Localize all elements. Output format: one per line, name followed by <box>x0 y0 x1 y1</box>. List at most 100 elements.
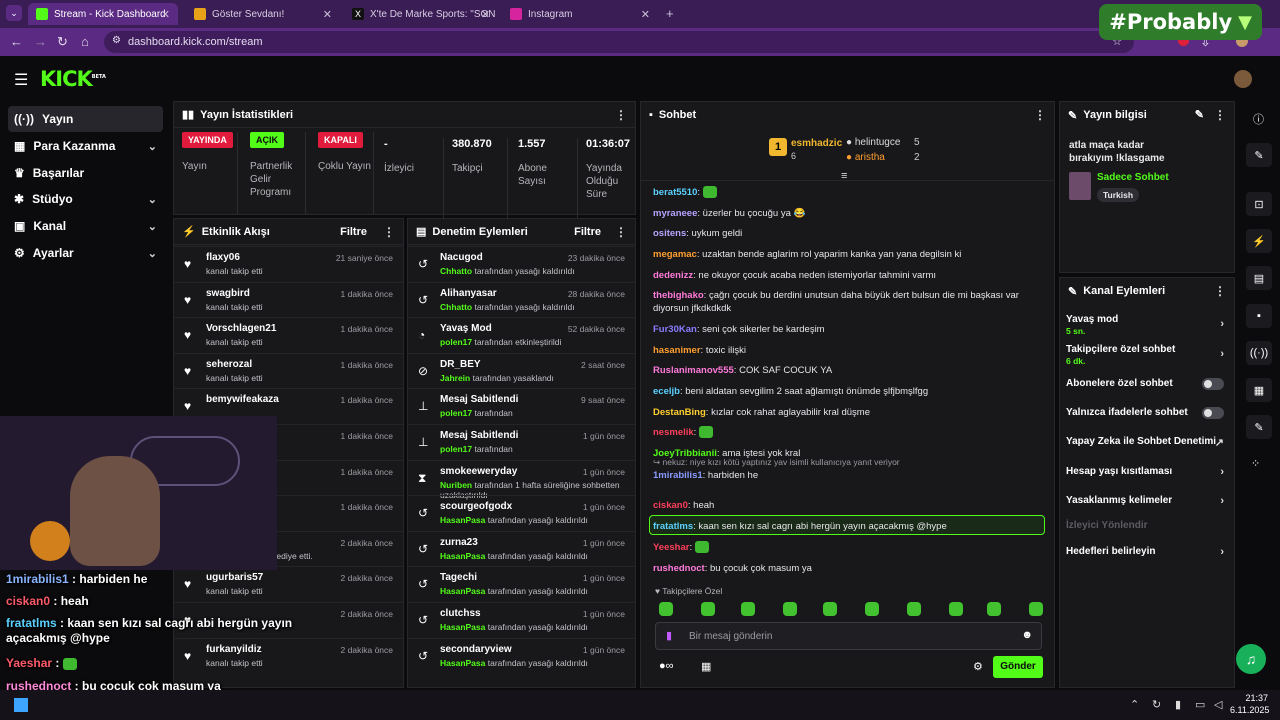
moderation-target[interactable]: Mesaj Sabitlendi <box>440 394 518 405</box>
moderator-name[interactable]: Jahrein <box>440 373 470 383</box>
chat-username[interactable]: myraneee <box>653 208 697 219</box>
moderator-name[interactable]: polen17 <box>440 444 472 454</box>
more-options-icon[interactable]: ⋮ <box>615 225 627 239</box>
chat-username[interactable]: fratatlms <box>653 521 693 532</box>
moderator-name[interactable]: Chhatto <box>440 302 472 312</box>
channel-action-item[interactable]: Hesap yaşı kısıtlaması › <box>1066 466 1230 478</box>
filter-button[interactable]: Filtre <box>340 226 367 238</box>
network-icon[interactable]: ▭ <box>1195 698 1205 711</box>
back-icon[interactable]: ← <box>10 34 23 49</box>
chat-username[interactable]: hasanimer <box>653 345 701 356</box>
channel-action-item[interactable]: Yalnızca ifadelerle sohbet <box>1066 407 1230 419</box>
moderation-row[interactable]: ↺ scourgeofgodx HasanPasa tarafından yasağ… <box>408 495 635 530</box>
tray-chevron-icon[interactable]: ⌃ <box>1130 698 1139 711</box>
activity-row[interactable]: ♥ swagbird kanalı takip etti 1 dakika önce <box>174 281 403 317</box>
moderation-row[interactable]: ⧗ smokeeweryday Nuriben tarafından 1 hafta… <box>408 459 635 500</box>
moderation-row[interactable]: ◔ Yavaş Mod polen17 tarafından etkinleştir… <box>408 317 635 352</box>
windows-start-icon[interactable] <box>14 698 28 712</box>
more-options-icon[interactable]: ⋮ <box>615 108 627 122</box>
channel-action-item[interactable]: Hedefleri belirleyin › <box>1066 546 1230 558</box>
moderation-row[interactable]: ⊥ Mesaj Sabitlendi polen17 tarafından 1 gün… <box>408 424 635 459</box>
chat-username[interactable]: megamac <box>653 249 697 260</box>
emoji-picker-icon[interactable]: ☻ <box>1021 629 1033 641</box>
edit-pencil-icon[interactable]: ✎ <box>1195 108 1204 121</box>
more-options-icon[interactable]: ⋮ <box>383 225 395 239</box>
chat-message-input[interactable]: ▮ Bir mesaj gönderin ☻ <box>655 622 1042 650</box>
sidebar-item-basarilar[interactable]: ♛ Başarılar <box>8 160 163 186</box>
emote-icon[interactable] <box>701 602 715 616</box>
emote-icon[interactable] <box>987 602 1001 616</box>
moderation-target[interactable]: DR_BEY <box>440 359 481 370</box>
chat-message[interactable]: nesmelik: <box>653 426 1041 439</box>
microphone-icon[interactable]: ▮ <box>666 629 672 642</box>
info-icon[interactable]: ⓘ <box>1253 111 1264 127</box>
url-input[interactable]: ⚙ dashboard.kick.com/stream ☆ <box>104 31 1134 53</box>
moderation-target[interactable]: Nacugod <box>440 252 483 263</box>
chat-username[interactable]: ositens <box>653 228 686 239</box>
activity-username[interactable]: bemywifeakaza <box>206 394 279 405</box>
chat-message[interactable]: eceljb: beni aldatan sevgilim 2 saat ağl… <box>653 385 1041 398</box>
chat-username[interactable]: berat5510 <box>653 187 697 198</box>
activity-username[interactable]: Vorschlagen21 <box>206 323 276 334</box>
chat-message[interactable]: berat5510: <box>653 186 1041 199</box>
emote-icon[interactable] <box>865 602 879 616</box>
emote-icon[interactable] <box>907 602 921 616</box>
toggle-switch[interactable] <box>1202 378 1224 390</box>
activity-username[interactable]: swagbird <box>206 288 250 299</box>
chat-message[interactable]: Yeeshar: <box>653 541 1041 554</box>
moderation-row[interactable]: ⊥ Mesaj Sabitlendi polen17 tarafından 9 saa… <box>408 388 635 423</box>
category-link[interactable]: Sadece Sohbet <box>1097 172 1169 183</box>
close-icon[interactable]: ✕ <box>641 8 650 21</box>
support-headset-icon[interactable]: ♫ <box>1236 644 1266 674</box>
chat-settings-gear-icon[interactable]: ⚙ <box>973 660 983 673</box>
chat-message[interactable]: thebighako: çağrı çocuk bu derdini unuts… <box>653 289 1041 315</box>
browser-tab-3[interactable]: X X'te De Marke Sports: "SON DA ✕ <box>344 3 498 25</box>
gift-shop-icon[interactable]: ▦ <box>701 660 711 673</box>
moderator-name[interactable]: polen17 <box>440 408 472 418</box>
chat-bubble-icon[interactable]: ▪ <box>1246 304 1272 328</box>
chat-message[interactable]: 1mirabilis1: harbiden he <box>653 469 1041 482</box>
sidebar-item-para-kazanma[interactable]: ▦ Para Kazanma ⌄ <box>8 133 163 159</box>
broadcast-icon[interactable]: ((·)) <box>1246 341 1272 365</box>
chat-username[interactable]: Ruslanimanov555 <box>653 365 734 376</box>
moderation-target[interactable]: smokeeweryday <box>440 466 517 477</box>
more-options-icon[interactable]: ⋮ <box>1214 284 1226 298</box>
list-icon[interactable]: ▤ <box>1246 266 1272 290</box>
chat-username[interactable]: dedenizz <box>653 270 693 281</box>
close-icon[interactable]: ✕ <box>161 8 170 21</box>
moderation-target[interactable]: zurna23 <box>440 537 478 548</box>
moderator-name[interactable]: HasanPasa <box>440 622 485 632</box>
emote-icon[interactable] <box>659 602 673 616</box>
user-avatar[interactable] <box>1234 70 1252 88</box>
moderator-name[interactable]: HasanPasa <box>440 551 485 561</box>
moderator-name[interactable]: HasanPasa <box>440 515 485 525</box>
sidebar-item-kanal[interactable]: ▣ Kanal ⌄ <box>8 213 163 239</box>
tab-search-icon[interactable]: ⌄ <box>6 5 22 21</box>
sidebar-item-ayarlar[interactable]: ⚙ Ayarlar ⌄ <box>8 240 163 266</box>
activity-row[interactable]: ♥ Vorschlagen21 kanalı takip etti 1 dakika … <box>174 317 403 352</box>
close-icon[interactable]: ✕ <box>481 8 490 21</box>
channel-action-item[interactable]: Abonelere özel sohbet <box>1066 378 1230 390</box>
chat-message[interactable]: rushednoct: bu çocuk çok masum ya <box>653 562 1041 575</box>
screen-capture-icon[interactable]: ⊡ <box>1246 192 1272 216</box>
channel-action-item[interactable]: Yasaklanmış kelimeler › <box>1066 495 1230 507</box>
chat-message[interactable]: myraneee: üzerler bu çocuğu ya 😂 <box>653 207 1041 220</box>
moderator-name[interactable]: HasanPasa <box>440 586 485 596</box>
mic-tray-icon[interactable]: ▮ <box>1175 698 1181 711</box>
chat-username[interactable]: Yeeshar <box>653 542 689 553</box>
apps-icon[interactable]: ⁘ <box>1251 457 1260 470</box>
chat-username[interactable]: DestanBing <box>653 407 706 418</box>
chat-username[interactable]: thebighako <box>653 290 704 301</box>
channel-action-item[interactable]: Takipçilere özel sohbet 6 dk. › <box>1066 344 1230 366</box>
chat-message[interactable]: hasanimer: toxic ilişki <box>653 344 1041 357</box>
chat-message[interactable]: DestanBing: kızlar cok rahat aglayabilir… <box>653 406 1041 419</box>
chat-message[interactable]: ciskan0: heah <box>653 499 1041 512</box>
browser-tab-kick[interactable]: Stream - Kick Dashboard ✕ <box>28 3 178 25</box>
moderation-target[interactable]: scourgeofgodx <box>440 501 512 512</box>
emote-icon[interactable] <box>823 602 837 616</box>
forward-icon[interactable]: → <box>34 34 47 49</box>
chat-message[interactable]: megamac: uzaktan bende aglarim rol yapar… <box>653 248 1041 261</box>
hamburger-menu-icon[interactable]: ☰ <box>14 70 28 90</box>
moderation-row[interactable]: ⊘ DR_BEY Jahrein tarafından yasaklandı 2 sa… <box>408 352 635 388</box>
moderation-target[interactable]: secondaryview <box>440 644 512 655</box>
